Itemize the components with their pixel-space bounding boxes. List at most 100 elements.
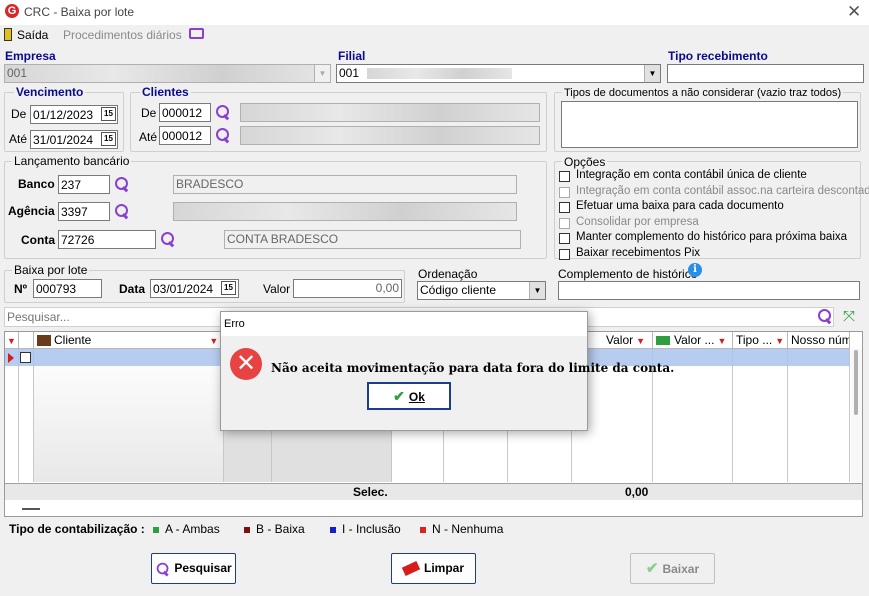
cli-de-label: De: [141, 106, 157, 120]
complemento-input[interactable]: [558, 281, 860, 300]
legend-label: A - Ambas: [165, 522, 220, 536]
opcao-checkbox: [559, 186, 570, 198]
search-icon: [156, 562, 170, 576]
baixa-num-input[interactable]: [33, 279, 102, 298]
agencia-nome: [173, 202, 517, 221]
legend-label: I - Inclusão: [342, 522, 401, 536]
agencia-input[interactable]: [58, 202, 110, 221]
calendar-icon[interactable]: 15: [101, 107, 116, 121]
baixa-data-label: Data: [119, 282, 146, 296]
dialog-title: Erro: [224, 318, 245, 330]
opcao-checkbox[interactable]: [559, 202, 570, 213]
conta-nome: CONTA BRADESCO: [224, 230, 521, 249]
grid-header-valor2[interactable]: Valor ... ▼: [653, 332, 733, 349]
baixar-button[interactable]: ✔ Baixar: [630, 553, 715, 584]
legend-swatch: [420, 526, 426, 533]
legend-swatch: [330, 526, 336, 533]
tipos-doc-input[interactable]: [561, 101, 858, 148]
eraser-icon: [401, 561, 421, 577]
ordenacao-label: Ordenação: [418, 267, 478, 281]
baixa-lote-label: Baixa por lote: [12, 263, 90, 277]
opcao-label: Baixar recebimentos Pix: [576, 246, 700, 259]
footer-selec-label: Selec.: [353, 485, 388, 499]
empresa-combo[interactable]: 001: [4, 64, 331, 83]
agencia-label: Agência: [8, 204, 55, 218]
grid-footer: [5, 483, 862, 500]
grid-header-nosso-num[interactable]: Nosso núm: [788, 332, 850, 349]
check-icon: ✔: [393, 388, 405, 404]
ordenacao-combo[interactable]: Código cliente: [417, 281, 546, 300]
people-icon: [37, 335, 51, 347]
filial-combo[interactable]: 001: [336, 64, 661, 83]
limpar-button[interactable]: Limpar: [391, 553, 476, 584]
search-icon[interactable]: [215, 127, 231, 143]
banco-input[interactable]: [58, 175, 110, 194]
horizontal-scrollbar-thumb[interactable]: [22, 508, 40, 510]
grid-header-tipo[interactable]: Tipo ... ▼: [733, 332, 788, 349]
legend-swatch: [153, 526, 159, 533]
vencimento-label: Vencimento: [14, 85, 86, 99]
row-checkbox[interactable]: [20, 352, 31, 363]
tipo-recebimento-label: Tipo recebimento: [668, 49, 768, 63]
baixa-valor-label: Valor: [263, 282, 291, 296]
opcao-checkbox: [559, 217, 570, 229]
filial-label: Filial: [338, 49, 366, 63]
opcao-label: Efetuar uma baixa para cada documento: [576, 200, 784, 212]
menu-exit[interactable]: Saída: [17, 28, 48, 42]
tipo-recebimento-input[interactable]: [667, 64, 864, 83]
search-icon[interactable]: [215, 104, 231, 120]
cli-ate-label: Até: [139, 130, 158, 144]
opcao-checkbox[interactable]: [559, 233, 570, 244]
pesquisar-button[interactable]: Pesquisar: [151, 553, 236, 584]
cli-de-input[interactable]: [159, 103, 211, 122]
footer-total: 0,00: [625, 485, 649, 499]
chevron-down-icon[interactable]: ▼: [314, 65, 330, 82]
chevron-down-icon[interactable]: ▼: [644, 65, 660, 82]
search-icon[interactable]: [817, 308, 833, 324]
chevron-down-icon[interactable]: ▼: [529, 282, 545, 299]
grid-col: [34, 349, 224, 482]
window-title: CRC - Baixa por lote: [24, 5, 135, 19]
menu-daily-procedures[interactable]: Procedimentos diários: [63, 28, 182, 42]
money-icon: [656, 336, 670, 346]
legend-item: I - Inclusão: [330, 522, 401, 536]
check-icon: ✔: [645, 560, 659, 577]
dialog-title-bar: [221, 312, 587, 336]
grid-header-cliente[interactable]: Cliente ▼: [34, 332, 224, 349]
legend-label: B - Baixa: [256, 522, 305, 536]
baixa-num-label: Nº: [14, 282, 28, 296]
legend-title: Tipo de contabilização :: [9, 522, 145, 536]
search-icon[interactable]: [160, 231, 176, 247]
grid-header-filter[interactable]: ▼: [5, 332, 19, 349]
close-icon[interactable]: ✕: [847, 2, 861, 22]
conta-input[interactable]: [58, 230, 156, 249]
grid-header-check[interactable]: [19, 332, 34, 349]
legend-item: N - Nenhuma: [420, 522, 503, 536]
clientes-label: Clientes: [140, 85, 191, 99]
dialog-message: Não aceita movimentação para data fora d…: [271, 361, 675, 375]
filial-value: 001: [339, 66, 360, 80]
opcao-checkbox[interactable]: [559, 171, 570, 182]
search-icon[interactable]: [114, 203, 130, 219]
opcao-label: Consolidar por empresa: [576, 215, 699, 228]
ok-button[interactable]: ✔ Ok: [367, 382, 451, 410]
calendar-icon[interactable]: 15: [101, 132, 116, 146]
tipos-doc-label: Tipos de documentos a não considerar (va…: [562, 87, 844, 99]
expand-icon[interactable]: ⤧: [843, 309, 855, 324]
calendar-icon[interactable]: 15: [221, 281, 236, 295]
info-icon[interactable]: i: [688, 263, 702, 277]
monitor-icon: [189, 28, 204, 39]
lancamento-label: Lançamento bancário: [12, 154, 132, 168]
exit-icon: [4, 28, 12, 41]
venc-ate-label: Até: [9, 132, 28, 146]
legend-item: B - Baixa: [244, 522, 305, 536]
grid-col: [788, 349, 850, 482]
opcao-checkbox[interactable]: [559, 248, 570, 260]
baixa-valor-input[interactable]: 0,00: [293, 279, 402, 298]
search-icon[interactable]: [114, 176, 130, 192]
scrollbar-thumb[interactable]: [854, 350, 858, 415]
opcao-label: Integração em conta contábil única de cl…: [576, 169, 807, 181]
grid-col: [5, 349, 19, 482]
cli-de-name: [240, 103, 540, 122]
cli-ate-input[interactable]: [159, 126, 211, 145]
